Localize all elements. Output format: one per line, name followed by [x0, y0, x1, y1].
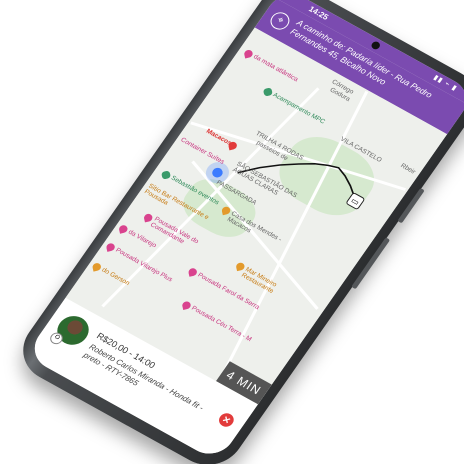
navigation-icon[interactable]: ⌖ [266, 9, 294, 33]
stage: 14:25 ▮▮ ⌁ ▮ ⌖ A caminho de: Padaria líd… [0, 0, 464, 464]
camera-icon [369, 40, 382, 51]
phone-device: 14:25 ▮▮ ⌁ ▮ ⌖ A caminho de: Padaria líd… [9, 0, 464, 464]
